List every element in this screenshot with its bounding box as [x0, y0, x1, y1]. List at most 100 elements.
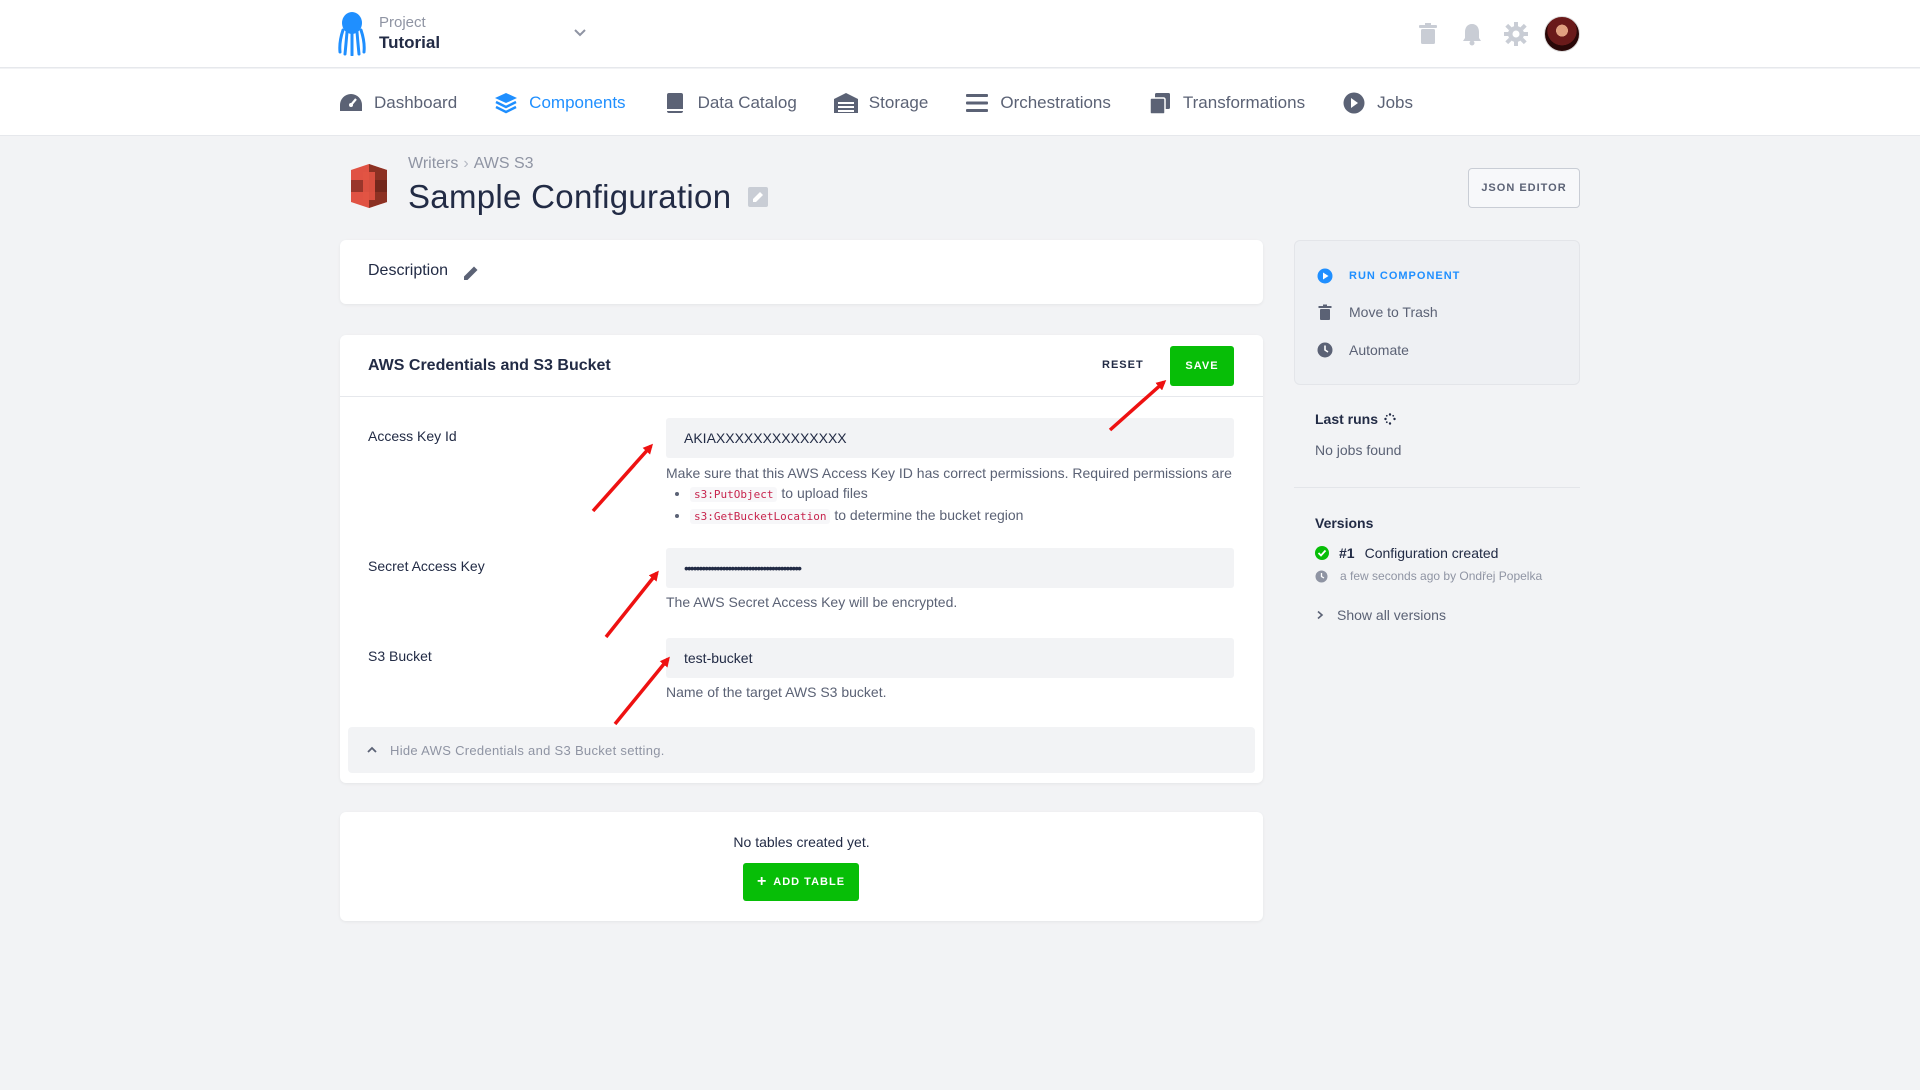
- clock-icon: [1315, 570, 1328, 582]
- save-button[interactable]: SAVE: [1170, 346, 1234, 386]
- main-navigation: Dashboard Components Data Catalog Storag…: [0, 69, 1920, 136]
- automate-button[interactable]: Automate: [1317, 342, 1409, 358]
- versions-title: Versions: [1315, 515, 1374, 531]
- secret-access-key-help: The AWS Secret Access Key will be encryp…: [666, 594, 958, 610]
- access-key-id-label: Access Key Id: [368, 428, 457, 444]
- plus-icon: +: [756, 873, 768, 890]
- clock-icon: [1317, 342, 1333, 358]
- reset-button[interactable]: RESET: [1102, 359, 1144, 371]
- breadcrumb-writers[interactable]: Writers: [408, 155, 458, 173]
- nav-label: Components: [529, 92, 626, 112]
- automate-label: Automate: [1349, 342, 1409, 358]
- play-circle-icon: [1317, 268, 1333, 284]
- nav-label: Dashboard: [374, 92, 458, 112]
- access-key-help-text: Make sure that this AWS Access Key ID ha…: [666, 465, 1232, 481]
- version-meta: a few seconds ago by Ondřej Popelka: [1315, 569, 1542, 583]
- divider: [1294, 487, 1580, 488]
- permission-code: s3:PutObject: [690, 487, 778, 502]
- nav-item-transformations[interactable]: Transformations: [1147, 91, 1305, 115]
- nav-item-dashboard[interactable]: Dashboard: [338, 91, 457, 115]
- loading-spinner-icon: [1384, 413, 1396, 425]
- move-to-trash-button[interactable]: Move to Trash: [1317, 304, 1438, 320]
- secret-access-key-input[interactable]: ••••••••••••••••••••••••••••••••••••••••: [666, 548, 1234, 588]
- aws-s3-logo-icon: [351, 164, 387, 208]
- credentials-title: AWS Credentials and S3 Bucket: [368, 357, 611, 374]
- project-label: Project: [379, 14, 426, 31]
- warehouse-icon: [833, 92, 858, 113]
- copy-icon: [1149, 92, 1170, 115]
- version-meta-text: a few seconds ago by Ondřej Popelka: [1340, 569, 1543, 583]
- user-avatar[interactable]: [1544, 16, 1580, 52]
- page-title: Sample Configuration: [408, 178, 732, 215]
- list-item: s3:GetBucketLocation to determine the bu…: [690, 505, 1232, 527]
- gear-icon[interactable]: [1504, 22, 1528, 46]
- list-item: s3:PutObject to upload files: [690, 483, 1232, 505]
- json-editor-button[interactable]: JSON EDITOR: [1468, 168, 1580, 208]
- trash-icon[interactable]: [1416, 22, 1440, 46]
- project-switcher[interactable]: Project Tutorial: [379, 14, 440, 54]
- breadcrumb: Writers › AWS S3: [408, 155, 534, 173]
- trash-icon: [1318, 304, 1332, 320]
- s3-bucket-help: Name of the target AWS S3 bucket.: [666, 684, 887, 700]
- nav-label: Transformations: [1182, 92, 1306, 112]
- book-icon: [666, 92, 683, 113]
- add-table-label: ADD TABLE: [773, 876, 846, 888]
- check-circle-icon: [1315, 546, 1329, 560]
- credentials-card: AWS Credentials and S3 Bucket RESET SAVE…: [340, 335, 1263, 783]
- secret-access-key-label: Secret Access Key: [368, 558, 485, 574]
- description-label: Description: [368, 262, 449, 279]
- bell-icon[interactable]: [1460, 22, 1484, 46]
- nav-label: Storage: [868, 92, 929, 112]
- permission-code: s3:GetBucketLocation: [690, 509, 831, 524]
- no-tables-text: No tables created yet.: [733, 834, 870, 850]
- s3-bucket-input[interactable]: test-bucket: [666, 638, 1234, 678]
- credentials-header: AWS Credentials and S3 Bucket RESET SAVE: [340, 335, 1263, 397]
- header-actions: [1416, 18, 1528, 50]
- list-icon: [966, 93, 989, 112]
- run-component-label: RUN COMPONENT: [1349, 270, 1461, 282]
- tables-card: No tables created yet. + ADD TABLE: [340, 812, 1263, 921]
- permissions-list: s3:PutObject to upload files s3:GetBucke…: [666, 483, 1232, 527]
- nav-item-jobs[interactable]: Jobs: [1341, 91, 1413, 115]
- version-description: Configuration created: [1364, 545, 1499, 561]
- run-component-button[interactable]: RUN COMPONENT: [1317, 268, 1460, 284]
- s3-bucket-label: S3 Bucket: [368, 648, 432, 664]
- chevron-right-icon: [1317, 610, 1324, 620]
- version-row[interactable]: #1 Configuration created: [1315, 545, 1498, 561]
- breadcrumb-separator: ›: [463, 155, 469, 172]
- nav-label: Data Catalog: [697, 92, 797, 112]
- project-name: Tutorial: [379, 33, 441, 52]
- top-header: Project Tutorial: [0, 0, 1920, 68]
- octopus-logo-icon[interactable]: [337, 12, 367, 56]
- last-runs-label: Last runs: [1315, 411, 1379, 427]
- description-card: Description: [340, 240, 1263, 304]
- add-table-button[interactable]: + ADD TABLE: [743, 863, 859, 901]
- version-number: #1: [1339, 545, 1355, 561]
- hide-settings-toggle[interactable]: Hide AWS Credentials and S3 Bucket setti…: [348, 727, 1255, 773]
- nav-label: Jobs: [1377, 92, 1413, 112]
- nav-item-orchestrations[interactable]: Orchestrations: [964, 91, 1111, 115]
- hide-settings-text: Hide AWS Credentials and S3 Bucket setti…: [390, 742, 665, 758]
- play-icon: [1343, 92, 1365, 113]
- edit-title-icon[interactable]: [747, 186, 769, 208]
- nav-label: Orchestrations: [1000, 92, 1111, 112]
- nav-item-data-catalog[interactable]: Data Catalog: [662, 91, 797, 115]
- nav-item-storage[interactable]: Storage: [833, 91, 929, 115]
- show-all-label: Show all versions: [1337, 607, 1446, 623]
- show-all-versions-link[interactable]: Show all versions: [1315, 607, 1446, 623]
- access-key-id-help: Make sure that this AWS Access Key ID ha…: [666, 463, 1232, 527]
- layers-icon: [495, 92, 518, 113]
- permission-text: to upload files: [781, 485, 868, 501]
- actions-panel: RUN COMPONENT Move to Trash Automate: [1294, 240, 1580, 385]
- no-jobs-text: No jobs found: [1315, 442, 1402, 458]
- nav-item-components[interactable]: Components: [493, 91, 626, 115]
- permission-text: to determine the bucket region: [834, 507, 1024, 523]
- move-to-trash-label: Move to Trash: [1349, 304, 1438, 320]
- last-runs-title: Last runs: [1315, 411, 1396, 427]
- access-key-id-input[interactable]: AKIAXXXXXXXXXXXXXX: [666, 418, 1234, 458]
- dashboard-icon: [340, 93, 362, 111]
- breadcrumb-aws-s3[interactable]: AWS S3: [474, 155, 534, 173]
- chevron-down-icon[interactable]: [572, 24, 588, 40]
- chevron-up-icon: [367, 746, 377, 753]
- pencil-icon[interactable]: [462, 264, 480, 282]
